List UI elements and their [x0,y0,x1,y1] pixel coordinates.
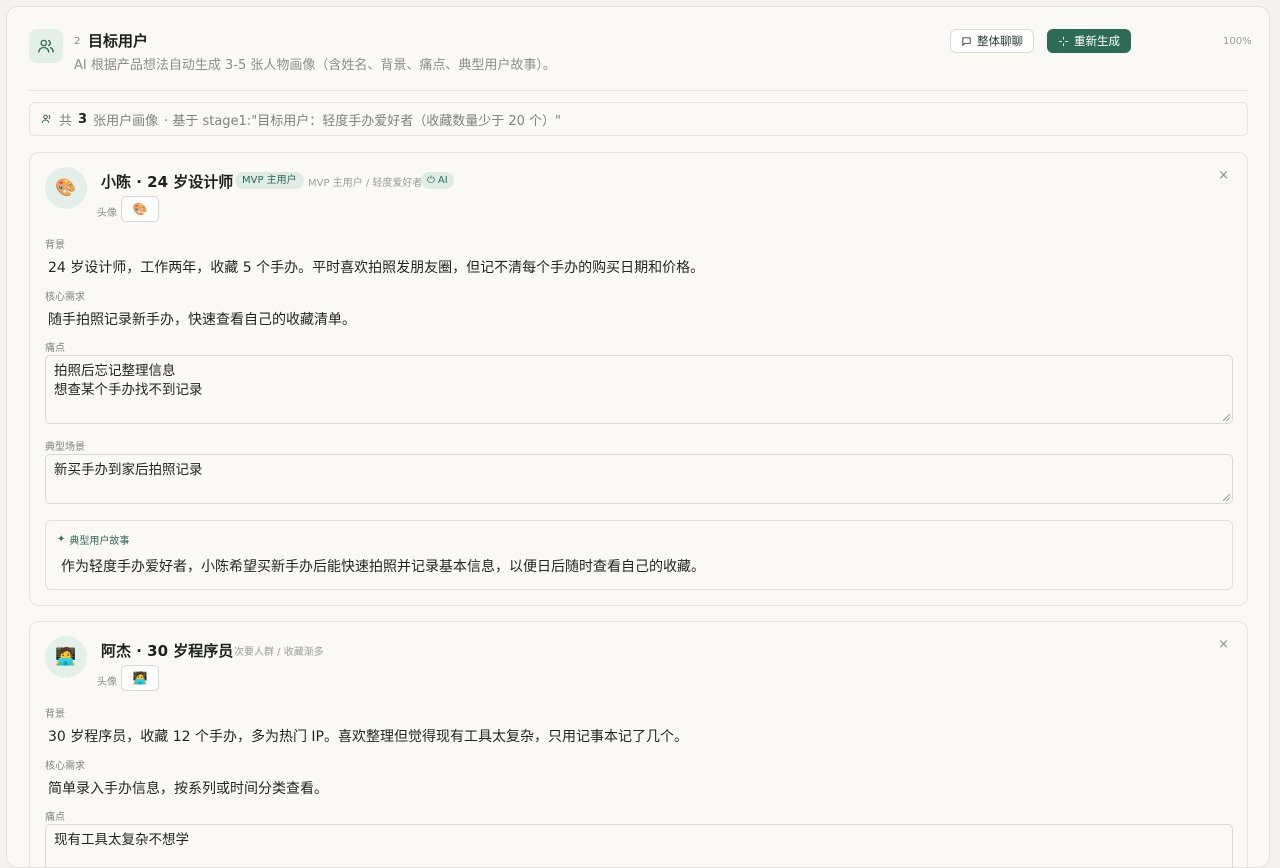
pain-point-line: 现有工具太复杂不想学 [54,832,189,848]
avatar-label: 头像 [97,677,117,688]
background-field[interactable]: 30 岁程序员，收藏 12 个手办，多为热门 IP。喜欢整理但觉得现有工具太复杂… [48,726,688,746]
persona-tagline: 次要人群 / 收藏渐多 [234,647,324,658]
background-label: 背景 [45,240,65,251]
persona-tagline: MVP 主用户 / 轻度爱好者 [308,178,423,189]
sparkle-icon [1058,36,1069,46]
persona-card: 🎨 小陈 · 24 岁设计师 MVP 主用户 MVP 主用户 / 轻度爱好者 ⏻… [29,152,1248,606]
persona-card: 🧑‍💻 阿杰 · 30 岁程序员 次要人群 / 收藏渐多 × 头像 🧑‍💻 背景… [29,621,1248,867]
chat-button-label: 整体聊聊 [977,34,1023,48]
core-need-field[interactable]: 简单录入手办信息，按系列或时间分类查看。 [48,778,328,798]
background-label: 背景 [45,709,65,720]
scenario-label: 典型场景 [45,442,85,453]
regenerate-button[interactable]: 重新生成 [1047,29,1131,53]
story-text[interactable]: 作为轻度手办爱好者，小陈希望买新手办后能快速拍照并记录基本信息，以便日后随时查看… [61,556,705,576]
summary-suffix: 张用户画像 [93,113,159,129]
users-icon [29,29,63,63]
pain-point-line: 拍照后忘记整理信息 [54,363,176,379]
summary-basis: · 基于 stage1:"目标用户：轻度手办爱好者（收藏数量少于 20 个）" [164,113,561,129]
story-title: ✦ 典型用户故事 [57,532,129,547]
mvp-badge: MVP 主用户 [235,172,304,189]
core-need-field[interactable]: 随手拍照记录新手办，快速查看自己的收藏清单。 [48,309,356,329]
background-field[interactable]: 24 岁设计师，工作两年，收藏 5 个手办。平时喜欢拍照发朋友圈，但记不清每个手… [48,257,704,277]
avatar-picker[interactable]: 🧑‍💻 [121,665,159,691]
bot-icon: ⏻ [427,175,435,186]
regenerate-button-label: 重新生成 [1074,34,1120,48]
page-title: 目标用户 [88,32,149,50]
avatar: 🧑‍💻 [45,636,87,678]
ai-badge-label: AI [437,175,448,186]
summary-prefix: 共 [59,113,73,129]
stage-panel: 2 目标用户 AI 根据产品想法自动生成 3-5 张人物画像（含姓名、背景、痛点… [6,6,1270,868]
page-subtitle: AI 根据产品想法自动生成 3-5 张人物画像（含姓名、背景、痛点、典型用户故事… [74,58,556,73]
core-need-label: 核心需求 [45,292,85,303]
user-story-box: ✦ 典型用户故事 作为轻度手办爱好者，小陈希望买新手办后能快速拍照并记录基本信息… [45,520,1233,590]
stage-number: 2 [74,36,81,47]
persona-name: 小陈 · 24 岁设计师 [101,173,234,191]
close-icon[interactable]: × [1218,168,1229,183]
avatar: 🎨 [45,167,87,209]
persona-name: 阿杰 · 30 岁程序员 [101,642,234,660]
pain-points-label: 痛点 [45,343,65,354]
close-icon[interactable]: × [1218,637,1229,652]
pain-point-line: 想查某个手办找不到记录 [54,382,203,398]
avatar-picker[interactable]: 🎨 [121,196,159,222]
ai-badge: ⏻ AI [421,172,454,189]
resize-handle[interactable] [1223,494,1230,501]
persona-count: 3 [78,111,88,127]
pain-points-textarea[interactable]: 现有工具太复杂不想学 [45,824,1233,867]
zoom-level: 100% [1223,36,1252,47]
chat-button[interactable]: 整体聊聊 [950,29,1034,53]
sparkle-icon: ✦ [57,534,66,545]
scenario-line: 新买手办到家后拍照记录 [54,462,203,478]
pain-points-textarea[interactable]: 拍照后忘记整理信息 想查某个手办找不到记录 [45,355,1233,424]
summary-bar: 共 3 张用户画像 · 基于 stage1:"目标用户：轻度手办爱好者（收藏数量… [29,102,1248,136]
users-icon [41,114,51,124]
divider [29,90,1248,91]
resize-handle[interactable] [1223,414,1230,421]
chat-icon [962,36,971,46]
story-title-label: 典型用户故事 [69,536,130,547]
core-need-label: 核心需求 [45,761,85,772]
pain-points-label: 痛点 [45,812,65,823]
scenario-textarea[interactable]: 新买手办到家后拍照记录 [45,454,1233,504]
avatar-label: 头像 [97,208,117,219]
